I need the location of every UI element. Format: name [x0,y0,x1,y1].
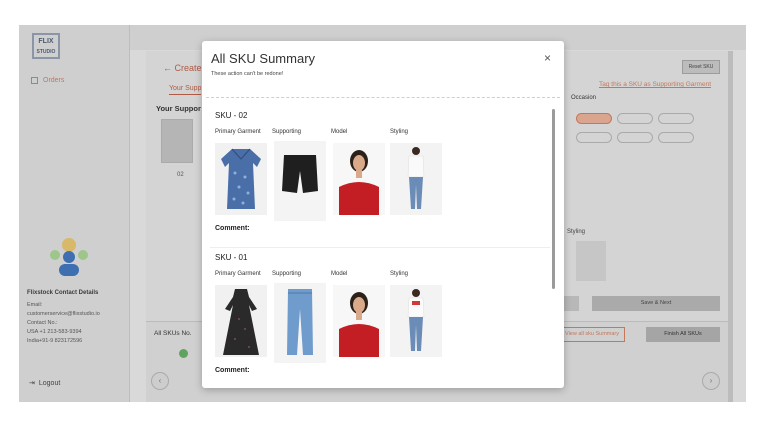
tab-your-supporting[interactable]: Your Supp [169,85,202,95]
section-heading: Your Suppor [156,104,201,113]
model-image[interactable] [333,143,385,215]
column-label: Supporting [272,271,302,277]
logout-button[interactable]: ⇥ Logout [29,379,60,388]
contact-details: Email: customerservice@flixstudio.io Con… [27,302,100,344]
supporting-image[interactable] [274,283,326,363]
styling-outfit-image [390,285,442,357]
garment-thumbnail[interactable] [161,119,193,163]
column-label: Primary Garment [215,271,261,277]
close-icon[interactable]: × [544,51,551,65]
styling-label: Styling [567,229,586,235]
chevron-left-icon[interactable]: ‹ [151,372,169,390]
flix-studio-logo: FLIX STUDIO [32,33,60,59]
finish-all-skus-button[interactable]: Finish All SKUs [646,327,720,342]
sidebar-item-orders[interactable]: Orders [31,77,64,84]
blue-jeans-image [287,289,313,355]
occasion-chip[interactable] [617,113,653,124]
sku-title: SKU - 01 [215,253,248,262]
occasion-chip[interactable] [658,132,694,143]
check-icon [179,349,188,358]
save-next-button[interactable]: Save & Next [592,296,720,311]
model-red-top-image [333,143,385,215]
column-label: Primary Garment [215,129,261,135]
occasion-label: Occasion [571,95,597,101]
occasion-chip[interactable] [617,132,653,143]
primary-garment-image[interactable] [215,285,267,357]
all-skus-label: All SKUs No. [154,330,192,337]
styling-image[interactable] [390,285,442,357]
occasion-chip[interactable] [576,132,612,143]
comment-label: Comment: [215,367,250,374]
divider [206,97,560,98]
modal-scrollbar[interactable] [552,109,555,289]
model-red-top-image [333,285,385,357]
sku-title: SKU - 02 [215,111,248,120]
blue-tunic-image [221,148,261,209]
thumbnail-label: 02 [177,172,184,178]
modal-title: All SKU Summary [211,51,316,66]
dark-maxi-dress-image [223,289,259,355]
styling-thumbnail[interactable] [576,241,606,281]
occasion-chip[interactable] [576,113,612,124]
column-label: Styling [390,271,409,277]
modal-subtitle: These action can't be redone! [211,71,284,77]
supporting-image[interactable] [274,141,326,221]
styling-outfit-image [390,143,442,215]
sku-separator [210,247,550,248]
view-summary-button[interactable]: View all sku Summary [559,327,625,342]
model-image[interactable] [333,285,385,357]
column-label: Styling [390,129,409,135]
orders-icon [31,77,38,84]
column-label: Model [331,129,348,135]
contact-support-icon [50,238,88,276]
column-label: Supporting [272,129,302,135]
logout-icon: ⇥ [29,380,35,387]
all-sku-summary-modal: All SKU Summary These action can't be re… [202,41,564,388]
sku-list[interactable]: SKU - 02 Primary Garment Supporting Mode… [206,101,558,388]
contact-title: Flixstock Contact Details [27,290,99,296]
tag-supporting-link[interactable]: Tag this a SKU as Supporting Garment [599,81,711,88]
back-button[interactable]: ← Create [163,63,202,73]
reset-sku-button[interactable]: Reset SKU [682,60,720,74]
primary-garment-image[interactable] [215,143,267,215]
comment-label: Comment: [215,225,250,232]
column-label: Model [331,271,348,277]
black-shorts-image [282,155,318,193]
page-scrollbar[interactable] [728,51,733,402]
sidebar: FLIX STUDIO Orders Flixstock Contact Det… [19,25,130,402]
chevron-right-icon[interactable]: › [702,372,720,390]
styling-image[interactable] [390,143,442,215]
occasion-chip[interactable] [658,113,694,124]
